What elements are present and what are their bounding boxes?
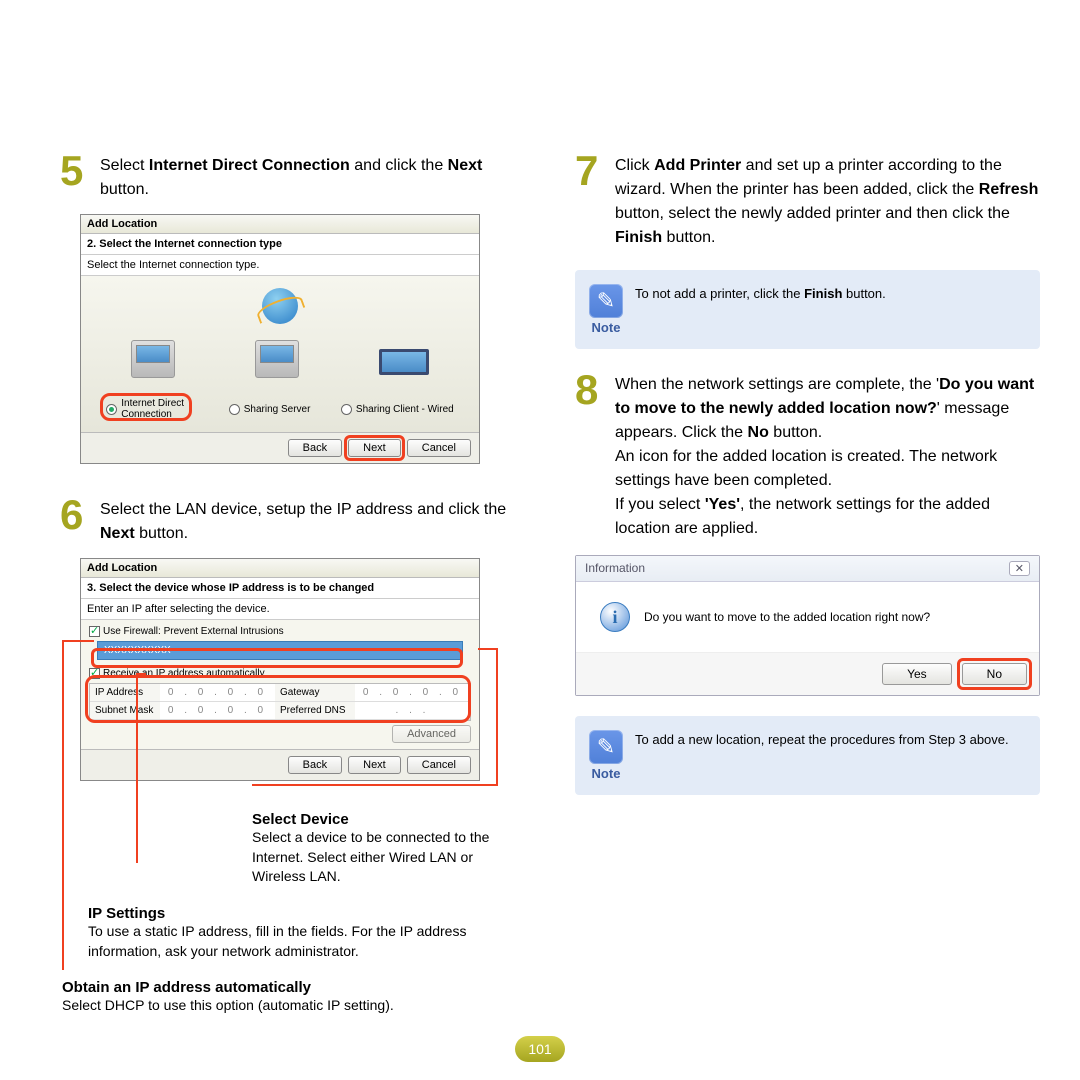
note-text: To not add a printer, click the Finish b… <box>635 284 886 304</box>
select-device-head: Select Device <box>252 811 525 828</box>
dialog-subtitle: 2. Select the Internet connection type <box>81 234 479 255</box>
obtain-ip-text: Select DHCP to use this option (automati… <box>62 996 525 1016</box>
page-number: 101 <box>515 1036 565 1062</box>
note-box-1: ✎ Note To not add a printer, click the F… <box>575 270 1040 349</box>
ip-settings-text: To use a static IP address, fill in the … <box>88 922 525 961</box>
information-dialog: Information ✕ i Do you want to move to t… <box>575 555 1040 696</box>
select-device-text: Select a device to be connected to the I… <box>252 828 525 887</box>
cancel-button[interactable]: Cancel <box>407 756 471 774</box>
ip-settings-head: IP Settings <box>88 905 525 922</box>
sharing-client-radio[interactable]: Sharing Client - Wired <box>341 398 454 420</box>
step-5: 5 Select Internet Direct Connection and … <box>60 150 525 202</box>
dialog-message: Do you want to move to the added locatio… <box>644 610 930 624</box>
step-number: 8 <box>575 369 607 411</box>
step-number: 7 <box>575 150 607 192</box>
next-button[interactable]: Next <box>348 439 401 457</box>
laptop-icon <box>379 349 429 375</box>
dialog-title: Add Location <box>81 215 479 234</box>
back-button[interactable]: Back <box>288 439 342 457</box>
ip-address-field[interactable]: 0 . 0 . 0 . 0 <box>160 684 275 702</box>
gateway-field[interactable]: 0 . 0 . 0 . 0 <box>355 684 470 702</box>
device-select[interactable]: XXXXXXXXXX <box>97 641 463 660</box>
obtain-ip-head: Obtain an IP address automatically <box>62 979 525 996</box>
yes-button[interactable]: Yes <box>882 663 952 685</box>
step-number: 5 <box>60 150 92 192</box>
dialog-subtitle: 3. Select the device whose IP address is… <box>81 578 479 599</box>
subnet-field[interactable]: 0 . 0 . 0 . 0 <box>160 702 275 720</box>
note-label: Note <box>589 766 623 781</box>
dialog-title: Add Location <box>81 559 479 578</box>
firewall-checkbox[interactable] <box>89 626 100 637</box>
server-icon <box>255 340 299 378</box>
dns-field[interactable]: . . . <box>355 702 470 720</box>
auto-ip-checkbox[interactable] <box>89 668 100 679</box>
back-button[interactable]: Back <box>288 756 342 774</box>
note-box-2: ✎ Note To add a new location, repeat the… <box>575 716 1040 795</box>
step-text: Select Internet Direct Connection and cl… <box>100 150 525 202</box>
ie-icon <box>262 288 298 324</box>
step-7: 7 Click Add Printer and set up a printer… <box>575 150 1040 250</box>
step-text: When the network settings are complete, … <box>615 369 1040 541</box>
cancel-button[interactable]: Cancel <box>407 439 471 457</box>
step-6: 6 Select the LAN device, setup the IP ad… <box>60 494 525 546</box>
sharing-server-radio[interactable]: Sharing Server <box>229 398 311 420</box>
dialog-title: Information <box>585 561 645 576</box>
note-text: To add a new location, repeat the proced… <box>635 730 1009 750</box>
advanced-button[interactable]: Advanced <box>392 725 471 743</box>
internet-direct-radio[interactable]: Internet Direct Connection <box>106 398 198 420</box>
info-icon: i <box>600 602 630 632</box>
ip-table: IP Address0 . 0 . 0 . 0 Gateway0 . 0 . 0… <box>89 683 471 721</box>
close-icon[interactable]: ✕ <box>1009 561 1030 576</box>
step-text: Click Add Printer and set up a printer a… <box>615 150 1040 250</box>
step-number: 6 <box>60 494 92 536</box>
right-column: 7 Click Add Printer and set up a printer… <box>575 150 1040 1034</box>
step-8: 8 When the network settings are complete… <box>575 369 1040 541</box>
pencil-icon: ✎ <box>589 284 623 318</box>
next-button[interactable]: Next <box>348 756 401 774</box>
add-location-dialog-2: Add Location 3. Select the device whose … <box>80 558 480 781</box>
dialog-desc: Enter an IP after selecting the device. <box>81 599 479 620</box>
add-location-dialog-1: Add Location 2. Select the Internet conn… <box>80 214 480 464</box>
note-label: Note <box>589 320 623 335</box>
step-text: Select the LAN device, setup the IP addr… <box>100 494 525 546</box>
no-button[interactable]: No <box>962 663 1027 685</box>
dialog-desc: Select the Internet connection type. <box>81 255 479 276</box>
pencil-icon: ✎ <box>589 730 623 764</box>
desktop-icon <box>131 340 175 378</box>
left-column: 5 Select Internet Direct Connection and … <box>60 150 525 1034</box>
